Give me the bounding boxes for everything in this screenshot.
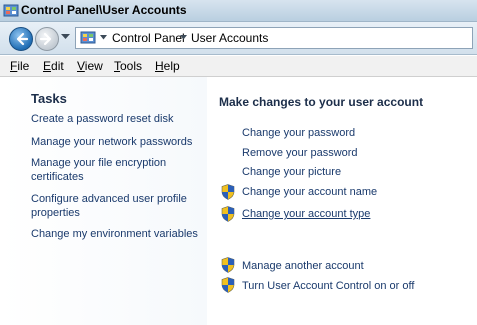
forward-button[interactable] [35, 27, 59, 51]
task-manage-network-passwords[interactable]: Manage your network passwords [31, 135, 206, 149]
task-manage-file-encryption-certificates[interactable]: Manage your file encryption certificates [31, 156, 171, 184]
breadcrumb-chevron-icon[interactable] [100, 35, 107, 40]
main-heading: Make changes to your user account [219, 95, 424, 109]
content-area: Tasks Create a password reset disk Manag… [0, 77, 477, 325]
link-change-picture[interactable]: Change your picture [242, 166, 341, 178]
link-remove-password[interactable]: Remove your password [242, 147, 358, 159]
task-change-environment-variables[interactable]: Change my environment variables [31, 227, 206, 241]
breadcrumb-control-panel[interactable]: Control Panel [112, 31, 185, 45]
task-configure-advanced-profile[interactable]: Configure advanced user profile properti… [31, 192, 191, 220]
link-manage-another-account[interactable]: Manage another account [242, 260, 364, 272]
menu-view[interactable]: View [77, 59, 103, 73]
link-change-password[interactable]: Change your password [242, 127, 355, 139]
uac-shield-icon [221, 206, 235, 222]
task-create-password-reset-disk[interactable]: Create a password reset disk [31, 112, 206, 126]
tasks-pane: Tasks Create a password reset disk Manag… [0, 77, 207, 325]
breadcrumb-user-accounts[interactable]: User Accounts [191, 31, 268, 45]
address-bar[interactable]: Control Panel User Accounts [75, 27, 473, 49]
recent-pages-dropdown-icon[interactable] [61, 34, 70, 40]
menu-help[interactable]: Help [155, 59, 180, 73]
breadcrumb-chevron-icon[interactable] [180, 35, 187, 40]
back-arrow-icon [16, 32, 29, 46]
menu-edit[interactable]: Edit [43, 59, 64, 73]
link-turn-uac-on-off[interactable]: Turn User Account Control on or off [242, 280, 414, 292]
link-change-account-name[interactable]: Change your account name [242, 186, 377, 198]
uac-shield-icon [221, 257, 235, 273]
control-panel-icon [3, 4, 19, 17]
window-title: Control Panel\User Accounts [21, 3, 187, 17]
title-bar[interactable]: Control Panel\User Accounts [0, 0, 477, 22]
uac-shield-icon [221, 277, 235, 293]
menu-tools[interactable]: Tools [114, 59, 142, 73]
link-change-account-type[interactable]: Change your account type [242, 208, 370, 220]
forward-arrow-icon [39, 32, 52, 46]
tasks-heading: Tasks [31, 91, 67, 106]
back-button[interactable] [9, 27, 33, 51]
menu-file[interactable]: File [10, 59, 29, 73]
control-panel-icon [80, 31, 96, 44]
navigation-bar: Control Panel User Accounts [0, 22, 477, 55]
menu-bar: File Edit View Tools Help [0, 56, 477, 77]
uac-shield-icon [221, 184, 235, 200]
